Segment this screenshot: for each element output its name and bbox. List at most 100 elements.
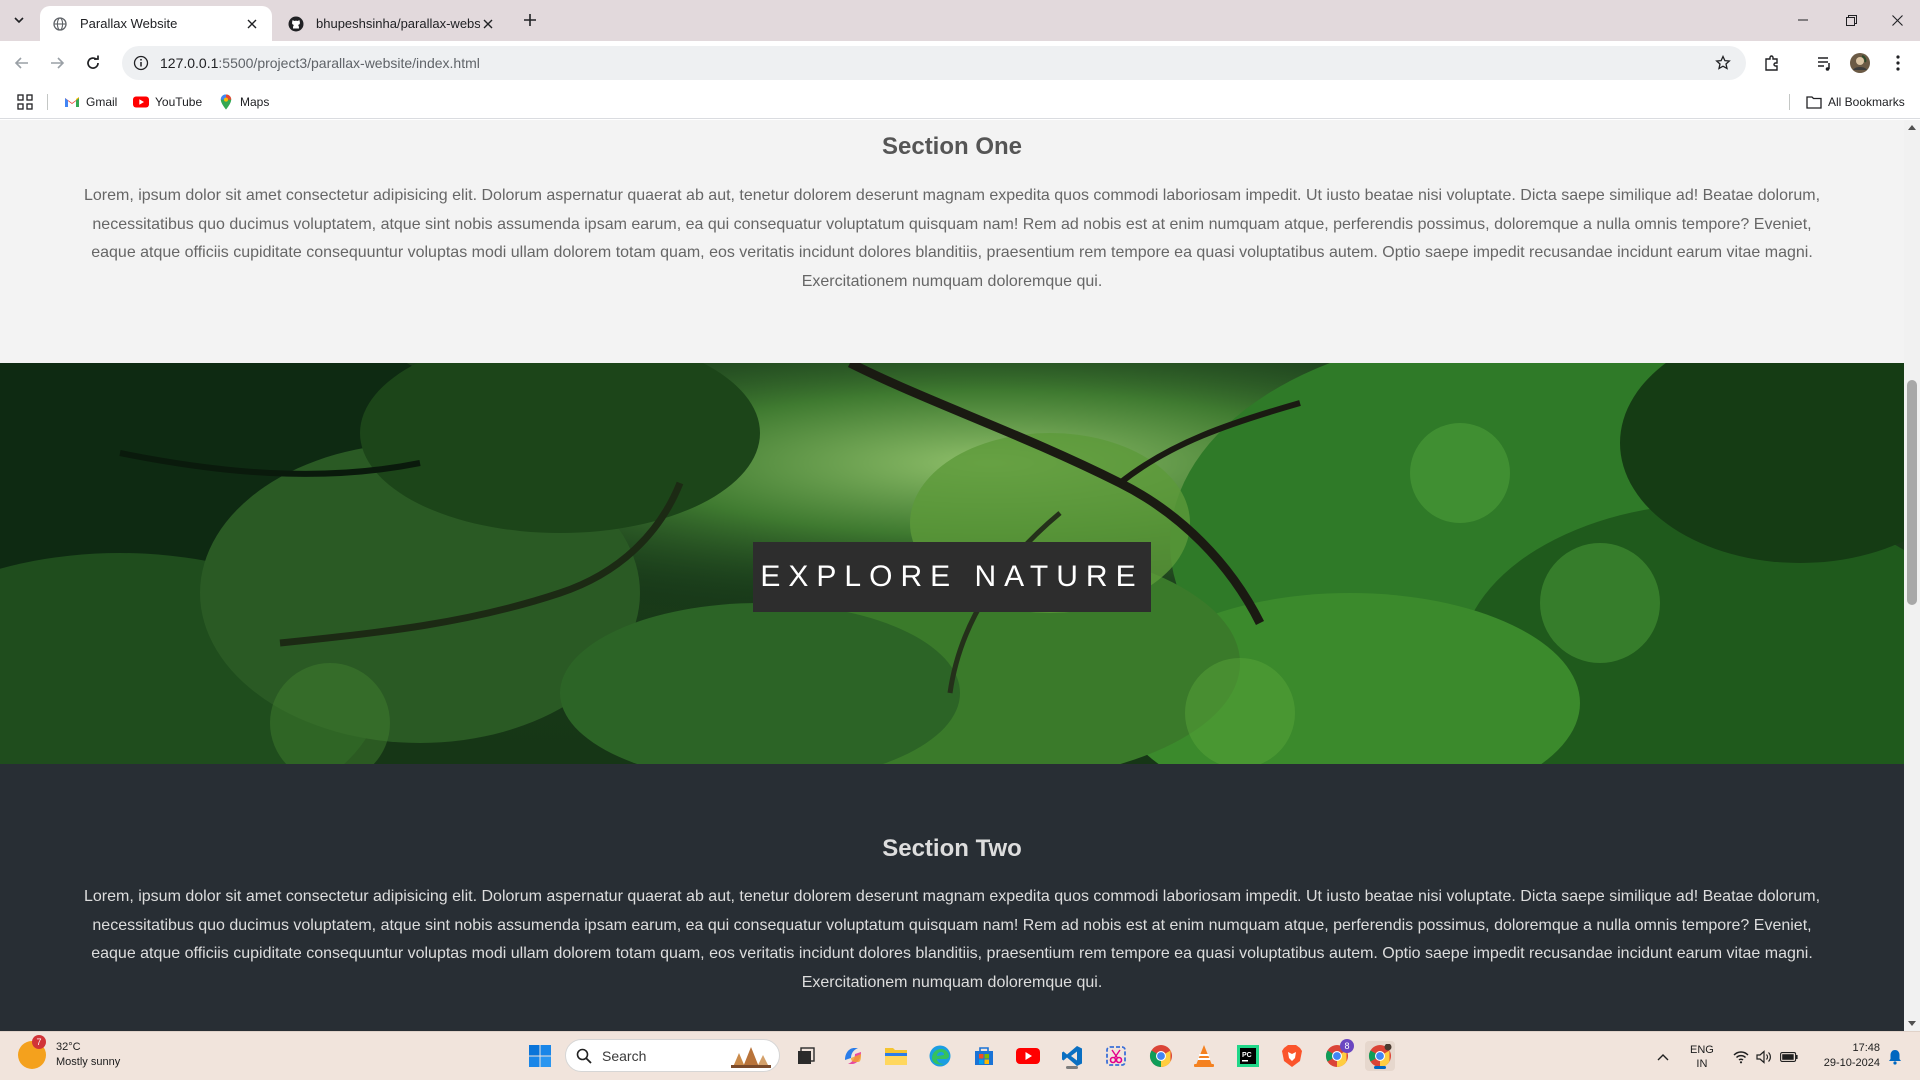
clock-time: 17:48 (1852, 1042, 1880, 1054)
close-icon[interactable] (244, 16, 260, 32)
chevron-up-icon (1657, 1053, 1669, 1060)
bookmark-star-icon[interactable] (1710, 50, 1736, 76)
tab-github-repo[interactable]: bhupeshsinha/parallax-website (276, 6, 508, 41)
reload-button[interactable] (79, 49, 107, 77)
weather-desc: Mostly sunny (56, 1056, 121, 1068)
all-bookmarks-label: All Bookmarks (1828, 95, 1905, 109)
tab-title: bhupeshsinha/parallax-website (316, 16, 480, 31)
taskbar-clock[interactable]: 17:48 29-10-2024 (1810, 1041, 1880, 1071)
apps-button[interactable] (17, 92, 33, 112)
edge-icon[interactable] (925, 1041, 955, 1071)
site-info-icon[interactable] (130, 52, 152, 74)
address-bar[interactable]: 127.0.0.1:5500/project3/parallax-website… (122, 46, 1746, 80)
vscode-icon[interactable] (1057, 1041, 1087, 1071)
windows-taskbar: 7 32°C Mostly sunny Search PC 8 ENG IN 1… (0, 1031, 1920, 1080)
bookmark-label: Gmail (86, 95, 118, 109)
battery-icon[interactable] (1780, 1032, 1798, 1080)
task-view-icon[interactable] (791, 1041, 821, 1071)
close-window-button[interactable] (1874, 0, 1920, 40)
chevron-down-icon (14, 17, 24, 24)
page-scrollbar[interactable] (1904, 120, 1920, 1031)
close-icon[interactable] (480, 16, 496, 32)
bookmark-youtube[interactable]: YouTube (133, 92, 202, 112)
weather-widget[interactable]: 7 32°C Mostly sunny (18, 1035, 121, 1070)
media-queue-icon (1818, 57, 1830, 71)
tab-strip: Parallax Website bhupeshsinha/parallax-w… (0, 0, 1920, 41)
bookmark-label: Maps (240, 95, 270, 109)
extensions-button[interactable] (1758, 49, 1786, 77)
lang-line2: IN (1696, 1057, 1708, 1070)
close-icon (1891, 14, 1903, 26)
url-host: 127.0.0.1 (160, 55, 219, 71)
bookmark-divider (47, 94, 48, 110)
wifi-icon[interactable] (1733, 1032, 1749, 1080)
all-bookmarks-button[interactable]: All Bookmarks (1806, 92, 1905, 112)
back-button[interactable] (8, 49, 36, 77)
language-indicator[interactable]: ENG IN (1690, 1032, 1714, 1080)
windows-start-icon[interactable] (525, 1041, 555, 1071)
weather-sun-icon: 7 (18, 1035, 46, 1069)
vlc-icon[interactable] (1189, 1041, 1219, 1071)
restore-button[interactable] (1828, 0, 1874, 40)
section-one-heading: Section One (881, 133, 1023, 160)
reload-icon (87, 55, 99, 69)
back-arrow-icon (14, 57, 28, 69)
more-vert-icon (1896, 55, 1900, 71)
bookmark-divider (1789, 94, 1790, 110)
forward-button[interactable] (43, 49, 71, 77)
taskbar-search-box[interactable]: Search (565, 1039, 780, 1072)
gmail-icon (64, 94, 80, 110)
puzzle-icon (1765, 55, 1778, 71)
youtube-app-icon[interactable] (1013, 1041, 1043, 1071)
tab-parallax-website[interactable]: Parallax Website (40, 6, 272, 41)
chrome-profile-icon[interactable]: 8 (1322, 1039, 1354, 1071)
apps-grid-icon (17, 94, 33, 110)
profile-avatar[interactable] (1846, 49, 1874, 77)
parallax-image-section: EXPLORE NATURE (0, 363, 1904, 764)
brave-icon[interactable] (1277, 1041, 1307, 1071)
bookmark-maps[interactable]: Maps (218, 92, 269, 112)
section-two-heading: Section Two (882, 835, 1022, 862)
url-path: :5500/project3/parallax-website/index.ht… (218, 55, 480, 71)
section-one: Section One Lorem, ipsum dolor sit amet … (0, 120, 1904, 363)
tray-overflow-button[interactable] (1657, 1032, 1669, 1080)
scroll-down-arrow-icon[interactable] (1904, 1017, 1920, 1031)
notification-bell-icon[interactable] (1888, 1032, 1902, 1080)
tab-search-button[interactable] (6, 8, 32, 32)
chrome-profile-badge: 8 (1340, 1039, 1354, 1053)
chrome-active-icon[interactable] (1365, 1041, 1395, 1071)
restore-icon (1845, 14, 1857, 26)
bookmarks-bar: Gmail YouTube Maps All Bookmarks (0, 85, 1920, 119)
microsoft-store-icon[interactable] (969, 1041, 999, 1071)
copilot-icon[interactable] (838, 1041, 868, 1071)
globe-icon (52, 16, 68, 32)
lang-line1: ENG (1690, 1043, 1714, 1056)
github-icon (288, 16, 304, 32)
page-viewport: Section One Lorem, ipsum dolor sit amet … (0, 120, 1904, 1031)
scrollbar-thumb[interactable] (1907, 380, 1917, 605)
chrome-menu-button[interactable] (1884, 49, 1912, 77)
clock-date: 29-10-2024 (1823, 1057, 1880, 1069)
pycharm-icon[interactable]: PC (1233, 1041, 1263, 1071)
search-highlight-icon (731, 1046, 771, 1068)
bookmark-gmail[interactable]: Gmail (64, 92, 117, 112)
section-two-text: Lorem, ipsum dolor sit amet consectetur … (83, 888, 1821, 991)
volume-icon[interactable] (1756, 1032, 1772, 1080)
explore-nature-caption: EXPLORE NATURE (753, 542, 1151, 612)
running-indicator (1374, 1066, 1386, 1069)
maps-icon (218, 94, 234, 110)
chrome-icon[interactable] (1146, 1041, 1176, 1071)
scroll-up-arrow-icon[interactable] (1904, 120, 1920, 134)
file-explorer-icon[interactable] (881, 1041, 911, 1071)
section-two: Section Two Lorem, ipsum dolor sit amet … (0, 764, 1904, 1031)
forward-arrow-icon (51, 57, 65, 69)
bookmark-label: YouTube (155, 95, 203, 109)
media-controls-button[interactable] (1811, 49, 1839, 77)
snipping-tool-icon[interactable] (1101, 1041, 1131, 1071)
new-tab-button[interactable] (518, 8, 542, 32)
tab-title: Parallax Website (80, 16, 178, 31)
minimize-icon (1798, 19, 1808, 21)
minimize-button[interactable] (1780, 0, 1826, 40)
plus-icon (524, 14, 536, 26)
url-text[interactable]: 127.0.0.1:5500/project3/parallax-website… (160, 55, 1710, 71)
